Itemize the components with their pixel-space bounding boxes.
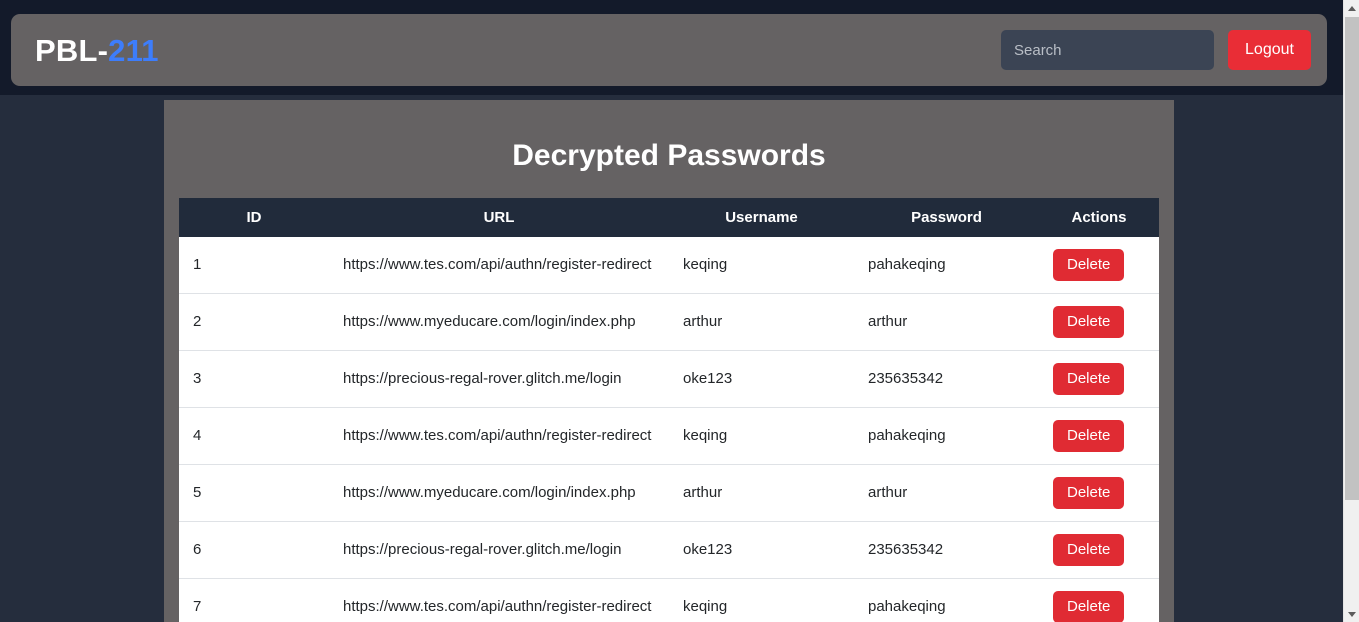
table-row: 1 https://www.tes.com/api/authn/register-…: [179, 237, 1159, 294]
cell-actions: Delete: [1039, 521, 1159, 579]
passwords-table: ID URL Username Password Actions 1 https:…: [179, 198, 1159, 622]
cell-actions: Delete: [1039, 293, 1159, 351]
table-row: 5 https://www.myeducare.com/login/index.p…: [179, 464, 1159, 522]
cell-id: 4: [179, 407, 329, 465]
table-row: 3 https://precious-regal-rover.glitch.me/…: [179, 350, 1159, 408]
cell-id: 7: [179, 578, 329, 622]
column-header-actions: Actions: [1039, 198, 1159, 237]
cell-username: keqing: [669, 407, 854, 465]
delete-button[interactable]: Delete: [1053, 534, 1125, 566]
table-head: ID URL Username Password Actions: [179, 198, 1159, 237]
cell-id: 5: [179, 464, 329, 522]
delete-button[interactable]: Delete: [1053, 249, 1125, 281]
delete-button[interactable]: Delete: [1053, 420, 1125, 452]
table-row: 6 https://precious-regal-rover.glitch.me/…: [179, 521, 1159, 579]
cell-username: oke123: [669, 350, 854, 408]
page-scrollbar[interactable]: [1343, 0, 1359, 622]
cell-username: keqing: [669, 578, 854, 622]
cell-password: 235635342: [854, 521, 1039, 579]
column-header-id: ID: [179, 198, 329, 237]
cell-actions: Delete: [1039, 407, 1159, 465]
cell-url: https://www.tes.com/api/authn/register-r…: [329, 407, 669, 465]
cell-url: https://www.myeducare.com/login/index.ph…: [329, 293, 669, 351]
cell-password: arthur: [854, 293, 1039, 351]
browser-viewport: PBL-211 Logout Decrypted Passwords ID UR…: [0, 0, 1359, 622]
cell-actions: Delete: [1039, 464, 1159, 522]
scroll-down-arrow-icon[interactable]: [1344, 606, 1359, 622]
delete-button[interactable]: Delete: [1053, 363, 1125, 395]
cell-password: 235635342: [854, 350, 1039, 408]
scrollbar-thumb[interactable]: [1345, 17, 1359, 500]
search-input[interactable]: [1001, 30, 1214, 70]
cell-actions: Delete: [1039, 350, 1159, 408]
navbar-actions: Logout: [1001, 30, 1311, 70]
cell-url: https://precious-regal-rover.glitch.me/l…: [329, 350, 669, 408]
column-header-url: URL: [329, 198, 669, 237]
cell-id: 6: [179, 521, 329, 579]
passwords-table-container: ID URL Username Password Actions 1 https:…: [179, 198, 1159, 622]
cell-actions: Delete: [1039, 578, 1159, 622]
brand-logo[interactable]: PBL-211: [35, 35, 159, 66]
table-body: 1 https://www.tes.com/api/authn/register-…: [179, 237, 1159, 622]
cell-password: pahakeqing: [854, 237, 1039, 294]
cell-id: 2: [179, 293, 329, 351]
table-row: 4 https://www.tes.com/api/authn/register-…: [179, 407, 1159, 465]
cell-password: pahakeqing: [854, 578, 1039, 622]
cell-url: https://www.myeducare.com/login/index.ph…: [329, 464, 669, 522]
cell-username: arthur: [669, 293, 854, 351]
logout-button[interactable]: Logout: [1228, 30, 1311, 70]
table-row: 7 https://www.tes.com/api/authn/register-…: [179, 578, 1159, 622]
brand-accent: 211: [108, 32, 159, 68]
table-header-row: ID URL Username Password Actions: [179, 198, 1159, 237]
content-panel: Decrypted Passwords ID URL Username Pass…: [164, 100, 1174, 622]
cell-id: 1: [179, 237, 329, 294]
delete-button[interactable]: Delete: [1053, 477, 1125, 509]
column-header-password: Password: [854, 198, 1039, 237]
cell-actions: Delete: [1039, 237, 1159, 294]
cell-username: arthur: [669, 464, 854, 522]
cell-url: https://www.tes.com/api/authn/register-r…: [329, 578, 669, 622]
cell-password: arthur: [854, 464, 1039, 522]
navbar: PBL-211 Logout: [11, 14, 1327, 86]
cell-username: oke123: [669, 521, 854, 579]
brand-prefix: PBL-: [35, 32, 109, 68]
page-title: Decrypted Passwords: [512, 139, 826, 172]
cell-password: pahakeqing: [854, 407, 1039, 465]
cell-url: https://www.tes.com/api/authn/register-r…: [329, 237, 669, 294]
cell-id: 3: [179, 350, 329, 408]
scroll-up-arrow-icon[interactable]: [1344, 0, 1359, 16]
cell-url: https://precious-regal-rover.glitch.me/l…: [329, 521, 669, 579]
table-row: 2 https://www.myeducare.com/login/index.p…: [179, 293, 1159, 351]
column-header-username: Username: [669, 198, 854, 237]
cell-username: keqing: [669, 237, 854, 294]
delete-button[interactable]: Delete: [1053, 591, 1125, 622]
delete-button[interactable]: Delete: [1053, 306, 1125, 338]
